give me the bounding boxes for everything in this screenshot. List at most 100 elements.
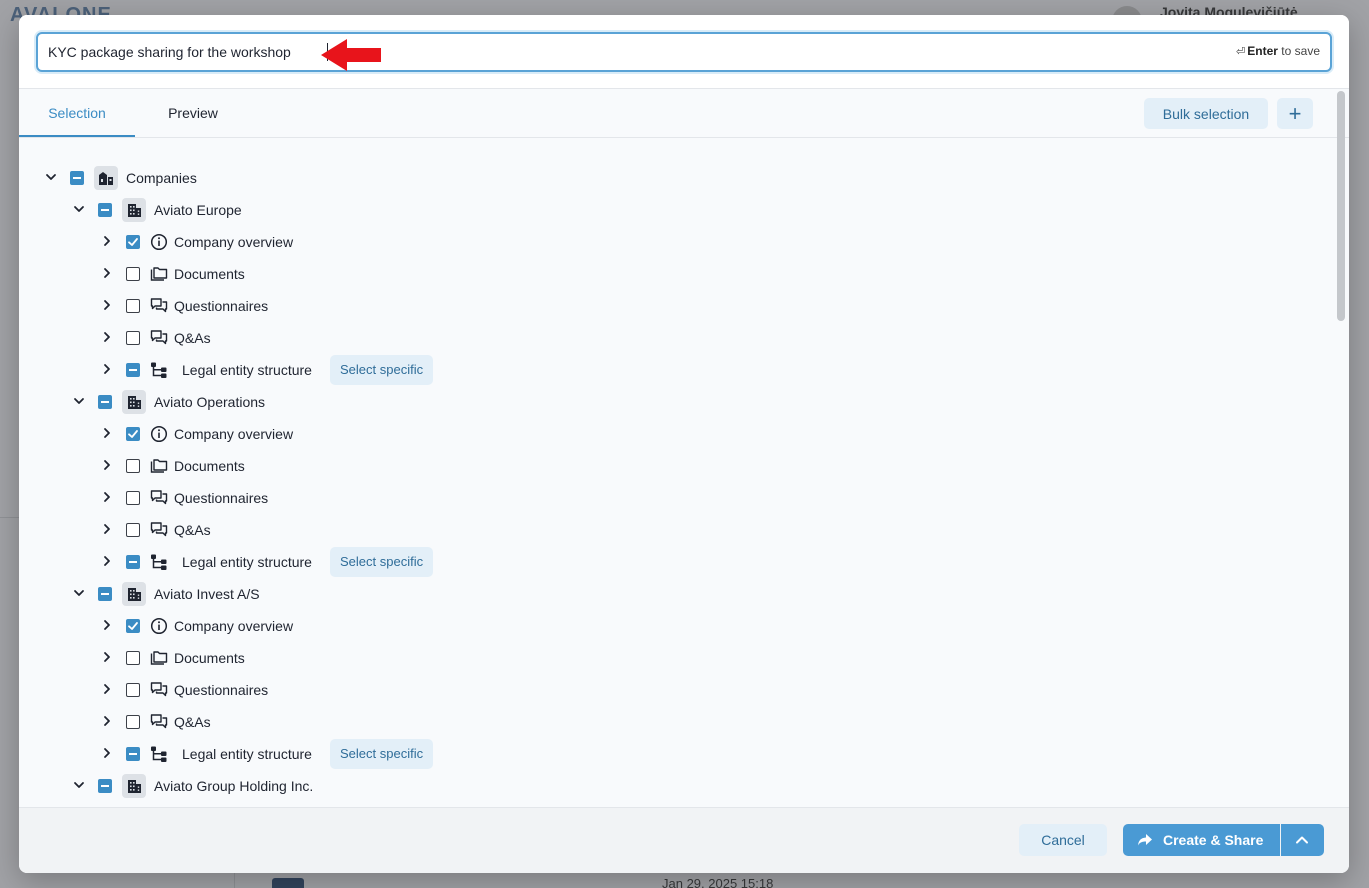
folders-icon — [150, 457, 168, 475]
chat-bubbles-icon — [150, 489, 168, 507]
tree-row-legal: Legal entity structure Select specific — [19, 738, 1337, 770]
share-options-button[interactable] — [1281, 824, 1324, 856]
expand-toggle[interactable] — [100, 298, 114, 312]
questionnaires-label: Questionnaires — [174, 298, 269, 314]
enter-hint-suffix: to save — [1281, 44, 1320, 58]
package-name-field: ⏎Enter to save — [36, 32, 1332, 72]
cancel-button[interactable]: Cancel — [1019, 824, 1107, 856]
add-button[interactable]: + — [1277, 98, 1313, 129]
tree-row-questionnaires: Questionnaires — [19, 290, 1337, 322]
expand-toggle[interactable] — [100, 746, 114, 760]
company-checkbox[interactable] — [98, 203, 112, 217]
legal-checkbox[interactable] — [126, 747, 140, 761]
companies-checkbox[interactable] — [70, 171, 84, 185]
tree-row-legal: Legal entity structure Select specific — [19, 546, 1337, 578]
chat-bubbles-icon — [150, 297, 168, 315]
building-icon — [122, 390, 146, 414]
create-share-button[interactable]: Create & Share — [1123, 824, 1280, 856]
overview-label: Company overview — [174, 618, 294, 634]
company-checkbox[interactable] — [98, 395, 112, 409]
expand-toggle[interactable] — [100, 426, 114, 440]
documents-checkbox[interactable] — [126, 267, 140, 281]
expand-toggle[interactable] — [100, 362, 114, 376]
expand-toggle[interactable] — [44, 170, 58, 184]
documents-checkbox[interactable] — [126, 459, 140, 473]
tree-row-qas: Q&As — [19, 322, 1337, 354]
qas-checkbox[interactable] — [126, 523, 140, 537]
expand-toggle[interactable] — [100, 522, 114, 536]
expand-toggle[interactable] — [100, 490, 114, 504]
expand-toggle[interactable] — [100, 266, 114, 280]
select-specific-button[interactable]: Select specific — [330, 547, 434, 577]
qas-checkbox[interactable] — [126, 715, 140, 729]
expand-toggle[interactable] — [100, 234, 114, 248]
tree-row-documents: Documents — [19, 642, 1337, 674]
documents-label: Documents — [174, 650, 245, 666]
tree-row-legal: Legal entity structure Select specific — [19, 354, 1337, 386]
title-bar: ⏎Enter to save — [19, 15, 1349, 89]
chevron-down-icon — [46, 174, 56, 180]
tree-row-companies: Companies — [19, 162, 1337, 194]
chevron-right-icon — [104, 460, 110, 470]
documents-checkbox[interactable] — [126, 651, 140, 665]
tree-row-qas: Q&As — [19, 706, 1337, 738]
package-name-input[interactable] — [48, 34, 1048, 70]
chevron-down-icon — [74, 782, 84, 788]
tree-row-questionnaires: Questionnaires — [19, 674, 1337, 706]
expand-toggle[interactable] — [72, 202, 86, 216]
chevron-right-icon — [104, 684, 110, 694]
overview-checkbox[interactable] — [126, 235, 140, 249]
qas-label: Q&As — [174, 330, 211, 346]
overview-label: Company overview — [174, 234, 294, 250]
tree-row-documents: Documents — [19, 258, 1337, 290]
expand-toggle[interactable] — [100, 330, 114, 344]
legal-checkbox[interactable] — [126, 555, 140, 569]
company-checkbox[interactable] — [98, 779, 112, 793]
expand-toggle[interactable] — [100, 618, 114, 632]
chevron-right-icon — [104, 300, 110, 310]
chat-bubbles-icon — [150, 521, 168, 539]
companies-icon — [94, 166, 118, 190]
expand-toggle[interactable] — [72, 586, 86, 600]
chevron-right-icon — [104, 364, 110, 374]
bulk-selection-button[interactable]: Bulk selection — [1144, 98, 1268, 129]
expand-toggle[interactable] — [100, 682, 114, 696]
tree-row-company: Aviato Europe — [19, 194, 1337, 226]
expand-toggle[interactable] — [100, 714, 114, 728]
legal-label: Legal entity structure — [182, 362, 312, 378]
company-checkbox[interactable] — [98, 587, 112, 601]
info-icon — [150, 617, 168, 635]
questionnaires-checkbox[interactable] — [126, 299, 140, 313]
company-name: Aviato Group Holding Inc. — [154, 778, 314, 794]
checkmark-icon — [128, 238, 138, 246]
overview-checkbox[interactable] — [126, 427, 140, 441]
tab-preview[interactable]: Preview — [155, 89, 231, 137]
company-name: Aviato Europe — [154, 202, 242, 218]
expand-toggle[interactable] — [100, 458, 114, 472]
questionnaires-label: Questionnaires — [174, 682, 269, 698]
tab-selection[interactable]: Selection — [19, 89, 135, 137]
expand-toggle[interactable] — [100, 650, 114, 664]
documents-label: Documents — [174, 266, 245, 282]
expand-toggle[interactable] — [100, 554, 114, 568]
tree-row-company: Aviato Invest A/S — [19, 578, 1337, 610]
legal-checkbox[interactable] — [126, 363, 140, 377]
questionnaires-checkbox[interactable] — [126, 491, 140, 505]
share-package-modal: ⏎Enter to save Selection Preview Bulk se… — [19, 15, 1349, 873]
select-specific-button[interactable]: Select specific — [330, 355, 434, 385]
folders-icon — [150, 649, 168, 667]
expand-toggle[interactable] — [72, 778, 86, 792]
building-icon — [122, 582, 146, 606]
overview-checkbox[interactable] — [126, 619, 140, 633]
building-icon — [122, 198, 146, 222]
selection-tree: Companies Aviato Europe Company overview Do… — [19, 139, 1337, 807]
select-specific-button[interactable]: Select specific — [330, 739, 434, 769]
expand-toggle[interactable] — [72, 394, 86, 408]
scrollbar[interactable] — [1337, 91, 1345, 321]
questionnaires-checkbox[interactable] — [126, 683, 140, 697]
qas-label: Q&As — [174, 714, 211, 730]
annotation-arrow-icon — [321, 39, 381, 71]
chevron-right-icon — [104, 652, 110, 662]
chevron-right-icon — [104, 748, 110, 758]
qas-checkbox[interactable] — [126, 331, 140, 345]
